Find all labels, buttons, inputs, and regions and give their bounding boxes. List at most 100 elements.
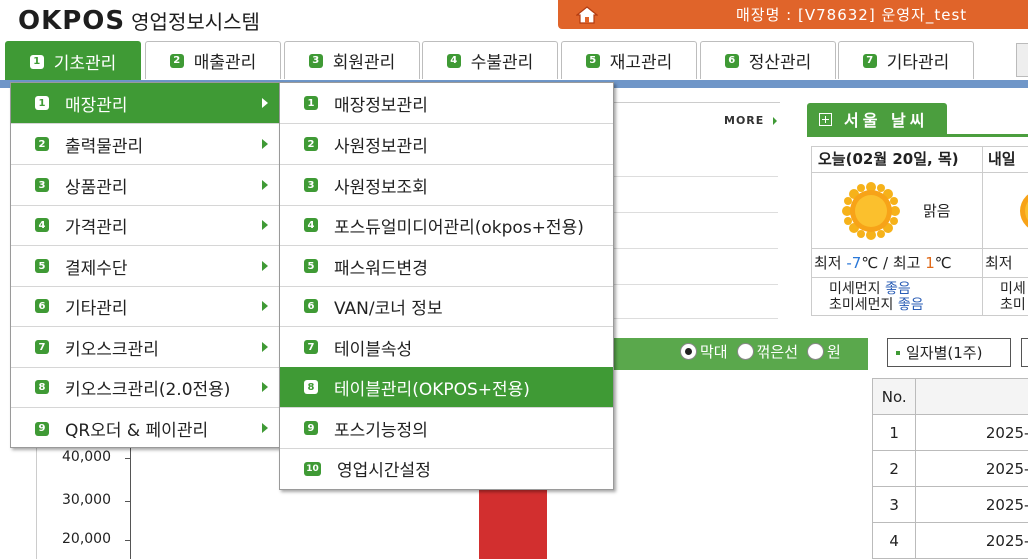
weather-tomorrow-temp: 최저	[985, 254, 1013, 272]
tab-other-management[interactable]: 7 기타관리	[838, 41, 974, 79]
tab-number-badge: 1	[29, 54, 44, 69]
menu-item-product-management[interactable]: 3 상품관리	[11, 165, 279, 206]
ultra-fine-dust-label: 초미세먼지	[829, 297, 894, 313]
tab-sales-management[interactable]: 2 매출관리	[145, 41, 281, 79]
menu-item-label: 사원정보조회	[334, 177, 428, 198]
row-date: 2025-0	[915, 450, 1028, 487]
tab-inventory-flow-management[interactable]: 4 수불관리	[422, 41, 558, 79]
submenu-arrow-icon	[262, 180, 268, 190]
menu-item-qr-order-pay[interactable]: 9 QR오더 & 페이관리	[11, 408, 279, 449]
menu-number-badge: 6	[35, 299, 49, 313]
home-icon[interactable]	[576, 5, 598, 25]
chart-type-pie-option[interactable]: 원	[807, 341, 841, 362]
temp-separator: /	[883, 254, 889, 272]
weather-title-underline	[807, 134, 1028, 137]
notice-divider	[612, 176, 778, 177]
tab-stock-management[interactable]: 5 재고관리	[561, 41, 697, 79]
menu-number-badge: 2	[35, 137, 49, 151]
radio-button[interactable]	[736, 343, 754, 360]
y-tick-mark	[125, 540, 131, 541]
max-temp-value: 1	[925, 254, 935, 272]
submenu-item-business-hours[interactable]: 10 영업시간설정	[280, 448, 613, 489]
menu-item-store-management[interactable]: 1 매장관리	[11, 83, 279, 124]
table-row[interactable]: 32025-0	[871, 486, 1028, 523]
tomorrow-fine-dust-label: 미세	[1000, 281, 1026, 297]
submenu-item-employee-info[interactable]: 2 사원정보관리	[280, 124, 613, 165]
radio-button[interactable]	[680, 343, 697, 360]
menu-item-label: 기타관리	[65, 298, 128, 319]
submenu-item-van-corner[interactable]: 6 VAN/코너 정보	[280, 286, 613, 327]
tab-number-badge: 7	[862, 53, 877, 68]
menu-item-print-management[interactable]: 2 출력물관리	[11, 124, 279, 165]
menu-item-label: 포스기능정의	[334, 420, 428, 441]
option-label: 막대	[700, 343, 728, 361]
period-select-button-2[interactable]	[1021, 338, 1028, 367]
period-select-button[interactable]: 일자별(1주)	[887, 338, 1011, 367]
weather-title-tab[interactable]: 서울 날씨	[807, 103, 947, 135]
notice-divider	[612, 284, 778, 285]
tomorrow-ultra-fine-dust-label: 초미	[1000, 297, 1026, 313]
basic-management-menu: 1 매장관리 2 출력물관리 3 상품관리 4 가격관리 5 결제수단 6 기타관리 7 키오…	[10, 82, 280, 448]
logo-subtitle: 영업정보시스템	[131, 10, 260, 34]
menu-item-payment-methods[interactable]: 5 결제수단	[11, 246, 279, 287]
more-link[interactable]: MORE	[724, 114, 764, 127]
chart-bar[interactable]	[479, 486, 547, 559]
y-tick-label: 20,000	[62, 531, 111, 547]
submenu-item-password-change[interactable]: 5 패스워드변경	[280, 246, 613, 287]
menu-number-badge: 7	[35, 340, 49, 354]
submenu-arrow-icon	[262, 139, 268, 149]
shop-name: 매장명 : [V78632] 운영자_test	[736, 6, 968, 24]
option-label: 꺾은선	[756, 343, 799, 361]
temp-unit: ℃	[861, 254, 879, 272]
weather-today-date: 오늘(02월 20일, 목)	[818, 150, 959, 168]
tab-settlement-management[interactable]: 6 정산관리	[700, 41, 836, 79]
menu-item-label: 테이블관리(OKPOS+전용)	[334, 379, 530, 400]
y-tick-mark	[125, 501, 131, 502]
submenu-item-store-info[interactable]: 1 매장정보관리	[280, 83, 613, 124]
notice-divider	[612, 248, 778, 249]
weather-title: 서울 날씨	[844, 111, 929, 130]
radio-button[interactable]	[807, 343, 825, 360]
submenu-item-table-management[interactable]: 8 테이블관리(OKPOS+전용)	[280, 367, 613, 408]
menu-item-kiosk-management[interactable]: 7 키오스크관리	[11, 327, 279, 368]
submenu-item-pos-function-definition[interactable]: 9 포스기능정의	[280, 408, 613, 449]
menu-number-badge: 8	[35, 380, 49, 394]
table-row[interactable]: 12025-0	[871, 414, 1028, 451]
menu-number-badge: 2	[304, 137, 318, 151]
table-row[interactable]: 42025-0	[871, 522, 1028, 559]
table-row[interactable]: 22025-0	[871, 450, 1028, 487]
tab-number-badge: 2	[169, 53, 184, 68]
weather-today-temp: 최저 -7℃ / 최고 1℃	[814, 252, 952, 273]
fine-dust-label: 미세먼지	[829, 281, 881, 297]
menu-item-label: 포스듀얼미디어관리(okpos+전용)	[334, 217, 584, 238]
row-number: 2	[871, 450, 917, 487]
submenu-item-table-attributes[interactable]: 7 테이블속성	[280, 327, 613, 368]
submenu-item-pos-dual-media[interactable]: 4 포스듀얼미디어관리(okpos+전용)	[280, 205, 613, 246]
more-arrow-icon	[773, 117, 777, 125]
menu-number-badge: 9	[35, 421, 49, 436]
y-tick-mark	[125, 458, 131, 459]
tab-label: 기초관리	[53, 54, 117, 74]
menu-item-price-management[interactable]: 4 가격관리	[11, 205, 279, 246]
tab-basic-management[interactable]: 1 기초관리	[5, 41, 141, 81]
tab-number-badge: 3	[308, 53, 323, 68]
tab-label: 정산관리	[748, 53, 812, 73]
menu-item-other-management[interactable]: 6 기타관리	[11, 286, 279, 327]
row-date: 2025-0	[915, 522, 1028, 559]
menu-item-label: 키오스크관리	[65, 339, 159, 360]
okpos-logo[interactable]: OKPOS 영업정보시스템	[18, 6, 260, 36]
nav-scroll-button[interactable]	[1016, 43, 1028, 77]
tab-member-management[interactable]: 3 회원관리	[284, 41, 420, 79]
sunny-icon	[1020, 194, 1028, 228]
menu-number-badge: 5	[304, 259, 318, 273]
menu-number-badge: 3	[35, 178, 49, 192]
menu-item-label: 사원정보관리	[334, 136, 428, 157]
weather-condition: 맑음	[923, 202, 951, 220]
submenu-item-employee-lookup[interactable]: 3 사원정보조회	[280, 165, 613, 206]
chart-type-bar-option[interactable]: 막대	[680, 341, 728, 362]
menu-number-badge: 3	[304, 178, 318, 192]
chart-type-line-option[interactable]: 꺾은선	[736, 341, 799, 362]
menu-item-kiosk-management-2[interactable]: 8 키오스크관리(2.0전용)	[11, 367, 279, 408]
row-number: 4	[871, 522, 917, 559]
weather-divider	[812, 277, 1028, 278]
